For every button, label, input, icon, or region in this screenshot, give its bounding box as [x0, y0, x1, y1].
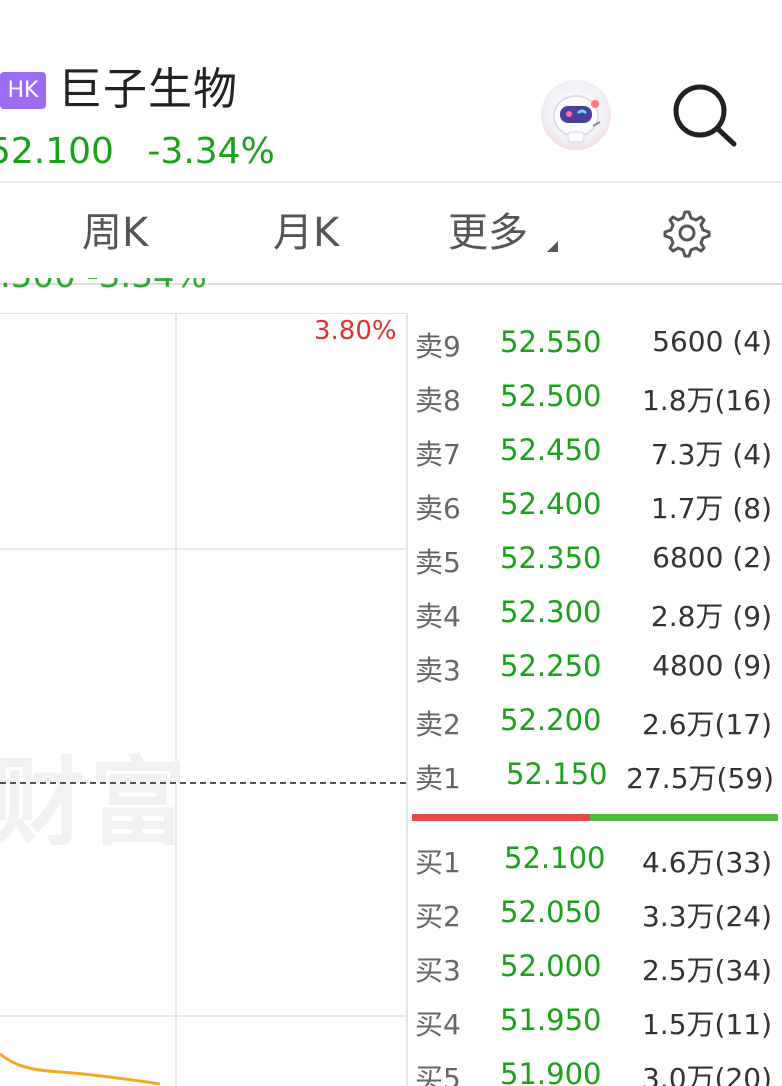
ask-row[interactable]: 卖6 52.400 1.7万 (8) — [408, 477, 782, 531]
tab-month-k[interactable]: 月K — [273, 208, 339, 258]
bid-row[interactable]: 买2 52.050 3.3万(24) — [408, 885, 782, 939]
ask-level-label: 卖5 — [415, 546, 461, 579]
ask-volume: 1.7万 (8) — [650, 492, 772, 525]
robot-avatar-icon[interactable] — [541, 80, 611, 150]
bid-price: 52.000 — [500, 949, 602, 983]
search-icon — [673, 84, 737, 147]
bid-row[interactable]: 买4 51.950 1.5万(11) — [408, 993, 782, 1047]
ask-price: 52.350 — [500, 541, 602, 575]
bid-row[interactable]: 买1 52.100 4.6万(33) — [408, 831, 782, 885]
ask-row[interactable]: 卖9 52.550 5600 (4) — [408, 315, 782, 369]
ask-price: 52.300 — [500, 595, 602, 629]
ask-level-label: 卖2 — [415, 708, 461, 741]
bid-row[interactable]: 买3 52.000 2.5万(34) — [408, 939, 782, 993]
intraday-chart[interactable] — [0, 285, 408, 1086]
bid-price: 51.950 — [500, 1003, 602, 1037]
ask-price: 52.500 — [500, 379, 602, 413]
price-curve — [0, 1052, 161, 1086]
ask-price: 52.400 — [500, 487, 602, 521]
bid-level-label: 买3 — [415, 954, 461, 987]
ask-price: 52.150 — [506, 757, 608, 791]
ask-row[interactable]: 卖8 52.500 1.8万(16) — [408, 369, 782, 423]
ask-volume: 2.6万(17) — [641, 708, 772, 741]
search-button[interactable] — [668, 80, 738, 150]
period-tabbar: 周K 月K 更多 — [0, 183, 782, 283]
bid-price: 52.100 — [504, 841, 606, 875]
bid-volume: 1.5万(11) — [641, 1008, 772, 1041]
bid-level-label: 买2 — [415, 900, 461, 933]
ask-level-label: 卖3 — [415, 654, 461, 687]
ask-level-label: 卖4 — [415, 600, 461, 633]
watermark: 财富 — [0, 747, 190, 859]
ask-volume: 2.8万 (9) — [650, 600, 772, 633]
ask-price: 52.200 — [500, 703, 602, 737]
ask-level-label: 卖9 — [415, 330, 461, 363]
bid-level-label: 买5 — [415, 1062, 461, 1086]
ask-volume: 4800 (9) — [652, 649, 772, 682]
chart-grid-horizontal — [0, 1015, 406, 1017]
bid-price: 52.050 — [500, 895, 602, 929]
bid-volume: 2.5万(34) — [641, 954, 772, 987]
bid-volume: 3.3万(24) — [641, 900, 772, 933]
ask-volume: 6800 (2) — [652, 541, 772, 574]
ask-price: 52.450 — [500, 433, 602, 467]
market-badge: HK — [0, 72, 46, 109]
prev-close-line — [0, 782, 406, 784]
ask-row[interactable]: 卖5 52.350 6800 (2) — [408, 531, 782, 585]
ask-volume: 27.5万(59) — [626, 762, 774, 795]
chart-grid-horizontal — [0, 548, 406, 550]
stock-header: HK 巨子生物 52.100 -3.34% — [0, 0, 782, 182]
ask-level-label: 卖8 — [415, 384, 461, 417]
ask-row[interactable]: 卖1 52.150 27.5万(59) — [408, 747, 782, 801]
bid-ratio — [590, 814, 778, 821]
bid-row[interactable]: 买5 51.900 3.0万(20) — [408, 1047, 782, 1086]
ask-price: 52.550 — [500, 325, 602, 359]
bid-price: 51.900 — [500, 1057, 602, 1086]
ask-level-label: 卖1 — [415, 762, 461, 795]
upper-pct-label: 3.80% — [314, 316, 397, 346]
ask-row[interactable]: 卖2 52.200 2.6万(17) — [408, 693, 782, 747]
ask-volume: 7.3万 (4) — [650, 438, 772, 471]
bid-level-label: 买1 — [415, 846, 461, 879]
tab-week-k[interactable]: 周K — [82, 208, 148, 258]
chart-grid-top — [0, 313, 406, 314]
tab-more[interactable]: 更多 — [448, 208, 528, 258]
ask-volume: 5600 (4) — [652, 325, 772, 358]
gear-icon — [663, 210, 711, 258]
stock-name[interactable]: 巨子生物 — [58, 62, 238, 118]
ask-level-label: 卖7 — [415, 438, 461, 471]
settings-button[interactable] — [660, 206, 714, 260]
chart-grid-vertical — [175, 313, 177, 1086]
bid-volume: 3.0万(20) — [641, 1062, 772, 1086]
ask-row[interactable]: 卖3 52.250 4800 (9) — [408, 639, 782, 693]
bid-ask-ratio-bar — [412, 814, 778, 821]
ask-row[interactable]: 卖7 52.450 7.3万 (4) — [408, 423, 782, 477]
change-percent: -3.34% — [147, 131, 275, 172]
ask-ratio — [412, 814, 590, 821]
price-line: 52.100 -3.34% — [0, 130, 297, 174]
ask-level-label: 卖6 — [415, 492, 461, 525]
current-price: 52.100 — [0, 131, 114, 172]
caret-down-icon — [547, 241, 558, 252]
bid-volume: 4.6万(33) — [641, 846, 772, 879]
ask-price: 52.250 — [500, 649, 602, 683]
ask-row[interactable]: 卖4 52.300 2.8万 (9) — [408, 585, 782, 639]
bid-level-label: 买4 — [415, 1008, 461, 1041]
ask-volume: 1.8万(16) — [641, 384, 772, 417]
